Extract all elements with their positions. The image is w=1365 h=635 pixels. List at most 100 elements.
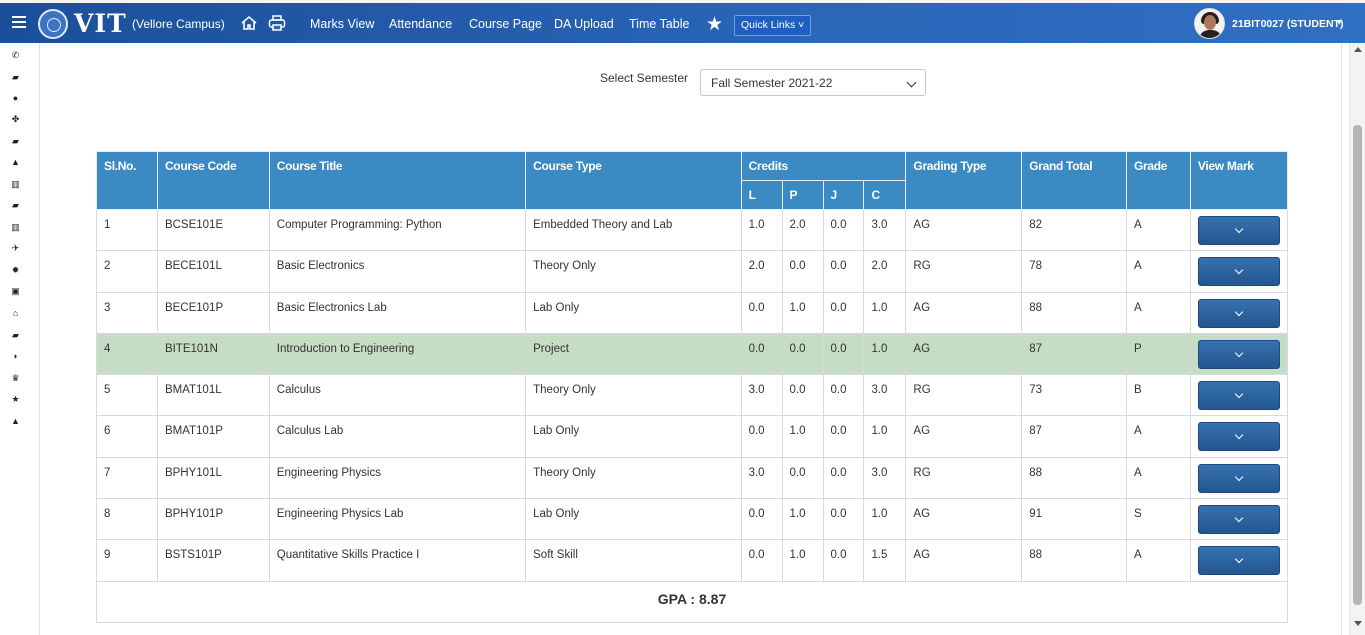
chevron-down-icon xyxy=(1234,224,1244,234)
cell-course-code: BPHY101L xyxy=(156,456,270,500)
view-mark-button[interactable] xyxy=(1197,422,1280,452)
chevron-down-icon xyxy=(906,77,917,88)
sidebar-phone-icon[interactable]: ✆ xyxy=(10,50,21,60)
scroll-up-icon[interactable] xyxy=(1354,47,1362,52)
semester-select[interactable]: Fall Semester 2021-22 xyxy=(700,69,926,96)
nav-attendance[interactable]: Attendance xyxy=(389,17,452,31)
favorites-star-icon[interactable]: ★ xyxy=(706,13,723,36)
cell-course-title: Engineering Physics xyxy=(268,456,527,500)
logo-text: VIT xyxy=(74,9,127,38)
vertical-scrollbar[interactable] xyxy=(1349,43,1365,635)
cell-grade: A xyxy=(1125,250,1191,293)
table-row: 7 BPHY101L Engineering Physics Theory Only 3… xyxy=(96,456,1289,500)
sidebar-institution-icon[interactable]: ▥ xyxy=(10,179,21,189)
print-icon[interactable] xyxy=(268,15,286,31)
sidebar-star-icon[interactable]: ★ xyxy=(10,394,21,404)
view-mark-button[interactable] xyxy=(1197,298,1280,328)
sidebar-book-icon[interactable]: ▰ xyxy=(10,136,21,146)
sidebar-home-icon[interactable]: ⌂ xyxy=(10,308,21,318)
view-mark-button[interactable] xyxy=(1197,216,1280,245)
cell-grand-total: 88 xyxy=(1021,456,1127,500)
sidebar-plane-icon[interactable]: ✈ xyxy=(10,243,21,253)
cell-slno: 7 xyxy=(96,456,158,500)
nav-time-table[interactable]: Time Table xyxy=(629,17,689,31)
cell-credit-j: 0.0 xyxy=(822,539,865,582)
view-mark-button[interactable] xyxy=(1197,381,1280,411)
semester-value: Fall Semester 2021-22 xyxy=(711,76,833,90)
sidebar-briefcase-icon[interactable]: ▰ xyxy=(10,72,21,82)
cell-slno: 2 xyxy=(96,250,158,293)
user-menu[interactable]: 21BIT0027 (STUDENT) xyxy=(1232,18,1343,30)
cell-credit-p: 0.0 xyxy=(781,456,824,500)
cell-course-type: Project xyxy=(525,332,742,376)
cell-course-code: BCSE101E xyxy=(156,208,270,252)
sidebar-graduation-cap-icon[interactable]: ▲ xyxy=(10,157,21,167)
chevron-down-icon xyxy=(1234,389,1244,399)
cell-grade: A xyxy=(1125,456,1191,500)
cell-course-title: Calculus xyxy=(268,374,527,417)
cell-view-mark xyxy=(1189,415,1289,458)
sidebar-info-icon[interactable]: ● xyxy=(10,93,21,103)
cell-grand-total: 88 xyxy=(1021,539,1127,582)
nav-da-upload[interactable]: DA Upload xyxy=(554,17,614,31)
view-mark-button[interactable] xyxy=(1197,463,1280,493)
view-mark-button[interactable] xyxy=(1197,339,1280,369)
table-row: 5 BMAT101L Calculus Theory Only 3.0 0.0 0.0 3.0… xyxy=(96,374,1289,417)
cell-credit-l: 3.0 xyxy=(740,374,783,417)
marks-table: Sl.No. Course Code Course Title Course T… xyxy=(96,151,1289,623)
menu-icon[interactable] xyxy=(12,16,26,28)
semester-label: Select Semester xyxy=(600,71,689,85)
cell-grade: S xyxy=(1125,498,1191,541)
header-slno: Sl.No. xyxy=(96,151,158,210)
cell-course-title: Calculus Lab xyxy=(268,415,527,458)
quick-links-dropdown[interactable]: Quick Links ˅ xyxy=(734,15,812,36)
table-row: 8 BPHY101P Engineering Physics Lab Lab Only… xyxy=(96,498,1289,541)
nav-course-page[interactable]: Course Page xyxy=(469,17,542,31)
sidebar-money-icon[interactable]: ▣ xyxy=(10,286,21,296)
chevron-down-icon xyxy=(1234,513,1244,523)
sidebar-book-icon[interactable]: ▰ xyxy=(10,330,21,340)
scroll-down-icon[interactable] xyxy=(1354,621,1362,626)
cell-course-code: BECE101P xyxy=(156,291,270,334)
sidebar-shield-icon[interactable]: ◗ xyxy=(10,351,21,361)
table-row: 2 BECE101L Basic Electronics Theory Only 2.0… xyxy=(96,250,1289,293)
cell-credit-p: 1.0 xyxy=(781,291,824,334)
user-caret-icon[interactable]: ▾ xyxy=(1337,17,1342,28)
cell-grand-total: 78 xyxy=(1021,250,1127,293)
cell-credit-c: 1.0 xyxy=(863,332,907,376)
sidebar-paw-icon[interactable]: ✤ xyxy=(10,114,21,124)
cell-grade: P xyxy=(1125,332,1191,376)
cell-course-type: Lab Only xyxy=(525,291,742,334)
cell-grade: B xyxy=(1125,374,1191,417)
cell-course-type: Theory Only xyxy=(525,374,742,417)
scroll-thumb[interactable] xyxy=(1353,125,1362,605)
header-credits: Credits xyxy=(740,151,907,181)
cell-credit-j: 0.0 xyxy=(822,374,865,417)
sidebar-institution-icon[interactable]: ▥ xyxy=(10,222,21,232)
cell-credit-j: 0.0 xyxy=(822,415,865,458)
avatar[interactable] xyxy=(1194,8,1225,39)
view-mark-button[interactable] xyxy=(1197,505,1280,535)
view-mark-button[interactable] xyxy=(1197,257,1280,287)
cell-credit-c: 1.0 xyxy=(863,498,907,541)
cell-grade: A xyxy=(1125,208,1191,252)
sidebar-trophy-icon[interactable]: ♛ xyxy=(10,373,21,383)
cell-course-code: BMAT101P xyxy=(156,415,270,458)
table-row: 1 BCSE101E Computer Programming: Python Emb… xyxy=(96,208,1289,252)
home-icon[interactable] xyxy=(240,15,258,31)
sidebar-book-icon[interactable]: ▰ xyxy=(10,200,21,210)
cell-course-type: Lab Only xyxy=(525,498,742,541)
cell-credit-c: 3.0 xyxy=(863,374,907,417)
sidebar-gear-icon[interactable]: ✹ xyxy=(10,265,21,275)
nav-marks-view[interactable]: Marks View xyxy=(310,17,374,31)
cell-slno: 4 xyxy=(96,332,158,376)
cell-credit-j: 0.0 xyxy=(822,291,865,334)
header-course-code: Course Code xyxy=(156,151,270,210)
cell-view-mark xyxy=(1189,374,1289,417)
chevron-down-icon xyxy=(1234,266,1244,275)
cell-grade: A xyxy=(1125,415,1191,458)
cell-credit-l: 0.0 xyxy=(740,498,783,541)
cell-credit-c: 3.0 xyxy=(863,208,907,252)
sidebar-lock-icon[interactable]: ▲ xyxy=(10,416,21,426)
view-mark-button[interactable] xyxy=(1197,546,1280,576)
